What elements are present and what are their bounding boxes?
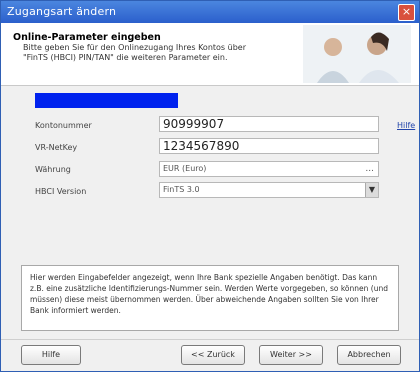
netkey-input[interactable]: 1234567890 <box>159 138 379 154</box>
hbci-version-select[interactable]: FinTS 3.0 ▼ <box>159 182 379 198</box>
hbci-version-label: HBCI Version <box>35 187 87 196</box>
title-bar: Zugangsart ändern × <box>1 1 419 23</box>
cancel-button[interactable]: Abbrechen <box>337 345 401 365</box>
dialog-window: Zugangsart ändern × Online-Parameter ein… <box>0 0 420 372</box>
help-link[interactable]: Hilfe <box>397 121 415 130</box>
header-subtitle: Bitte geben Sie für den Onlinezugang Ihr… <box>23 43 246 62</box>
wizard-header: Online-Parameter eingeben Bitte geben Si… <box>1 23 419 86</box>
back-button[interactable]: << Zurück <box>181 345 245 365</box>
account-number-label: Kontonummer <box>35 121 92 130</box>
currency-picker-button[interactable]: ... <box>365 162 374 176</box>
window-title: Zugangsart ändern <box>7 5 117 18</box>
form-area: Kontonummer 90999907 Hilfe VR-NetKey 123… <box>1 85 419 339</box>
footer-divider <box>1 339 419 340</box>
next-button[interactable]: Weiter >> <box>259 345 323 365</box>
header-title: Online-Parameter eingeben <box>13 32 161 43</box>
info-box: Hier werden Eingabefelder angezeigt, wen… <box>21 265 399 331</box>
header-image <box>303 25 411 83</box>
help-button[interactable]: Hilfe <box>21 345 81 365</box>
netkey-label: VR-NetKey <box>35 143 78 152</box>
people-illustration-icon <box>303 25 411 83</box>
currency-label: Währung <box>35 165 71 174</box>
hbci-version-value: FinTS 3.0 <box>163 185 200 194</box>
info-text: Hier werden Eingabefelder angezeigt, wen… <box>30 273 388 315</box>
account-number-input[interactable]: 90999907 <box>159 116 379 132</box>
currency-value: EUR (Euro) <box>163 164 207 173</box>
currency-field[interactable]: EUR (Euro) ... <box>159 161 379 177</box>
chevron-down-icon[interactable]: ▼ <box>365 183 378 197</box>
accent-bar <box>35 93 178 108</box>
close-button[interactable]: × <box>398 4 415 21</box>
